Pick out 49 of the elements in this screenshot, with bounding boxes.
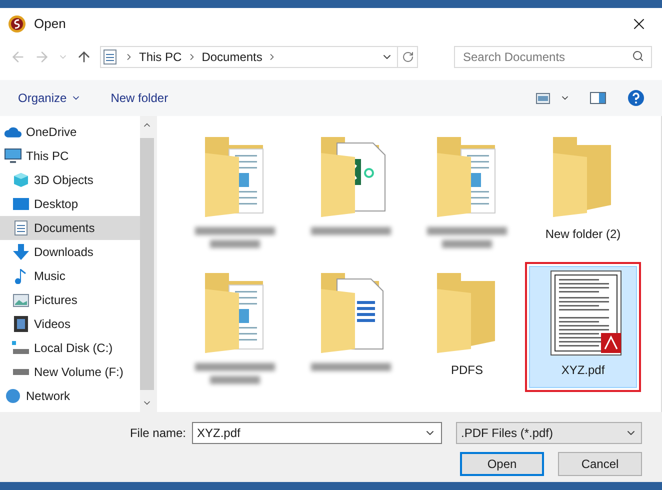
sidebar-item[interactable]: Desktop xyxy=(0,192,140,216)
dialog-button[interactable]: Open xyxy=(460,452,544,476)
sidebar-item[interactable]: Documents xyxy=(0,216,140,240)
breadcrumb[interactable]: This PC xyxy=(139,48,182,66)
file-name: XYZ.pdf xyxy=(561,362,605,379)
picture-icon xyxy=(13,294,29,306)
picture-icon[interactable] xyxy=(536,92,550,104)
breadcrumb[interactable]: Documents xyxy=(202,48,262,66)
sidebar-item[interactable]: OneDrive xyxy=(0,120,140,144)
organize-button[interactable]: Organize xyxy=(18,89,81,107)
drive-icon xyxy=(12,341,30,355)
sidebar-item[interactable]: New Volume (F:) xyxy=(0,360,140,384)
file-item[interactable]: PDFS xyxy=(413,266,521,388)
search-icon xyxy=(632,50,644,62)
help-icon[interactable] xyxy=(628,90,644,106)
sidebar-item[interactable]: Music xyxy=(0,264,140,288)
window-title: Open xyxy=(34,15,66,34)
new-folder-button[interactable]: New folder xyxy=(110,89,168,107)
monitor-icon xyxy=(4,148,22,164)
document-icon xyxy=(14,220,28,236)
sidebar-item[interactable]: Pictures xyxy=(0,288,140,312)
file-name-field[interactable]: XYZ.pdf xyxy=(192,422,442,444)
sidebar-item[interactable]: Downloads xyxy=(0,240,140,264)
preview-pane-icon[interactable] xyxy=(590,92,606,104)
file-name-label: File name: xyxy=(130,425,186,442)
file-item[interactable]: XYZ.pdf xyxy=(529,266,637,388)
refresh-icon xyxy=(402,51,414,63)
document-icon xyxy=(103,49,117,65)
sidebar-item[interactable]: Videos xyxy=(0,312,140,336)
dialog-button[interactable]: Cancel xyxy=(558,452,642,476)
address-bar[interactable]: This PC Documents xyxy=(100,46,418,68)
up-icon[interactable] xyxy=(76,49,92,65)
file-name: PDFS xyxy=(450,362,483,379)
cube-icon xyxy=(13,172,29,188)
sidebar-item[interactable]: This PC xyxy=(0,144,140,168)
file-name: New folder (2) xyxy=(545,226,621,243)
drive-icon xyxy=(12,368,30,376)
sidebar-item[interactable]: Local Disk (C:) xyxy=(0,336,140,360)
file-item[interactable]: New folder (2) xyxy=(529,130,637,252)
cloud-icon xyxy=(4,126,22,138)
film-icon xyxy=(14,316,28,332)
sidebar-item[interactable]: 3D Objects xyxy=(0,168,140,192)
down-arrow-icon xyxy=(13,244,29,260)
file-type-dropdown[interactable]: .PDF Files (*.pdf) xyxy=(456,422,642,444)
sidebar-item[interactable]: Network xyxy=(0,384,140,408)
music-note-icon xyxy=(15,268,27,284)
app-logo-icon xyxy=(8,15,26,33)
monitor-icon xyxy=(13,197,29,211)
search-field[interactable]: Search Documents xyxy=(454,46,652,68)
